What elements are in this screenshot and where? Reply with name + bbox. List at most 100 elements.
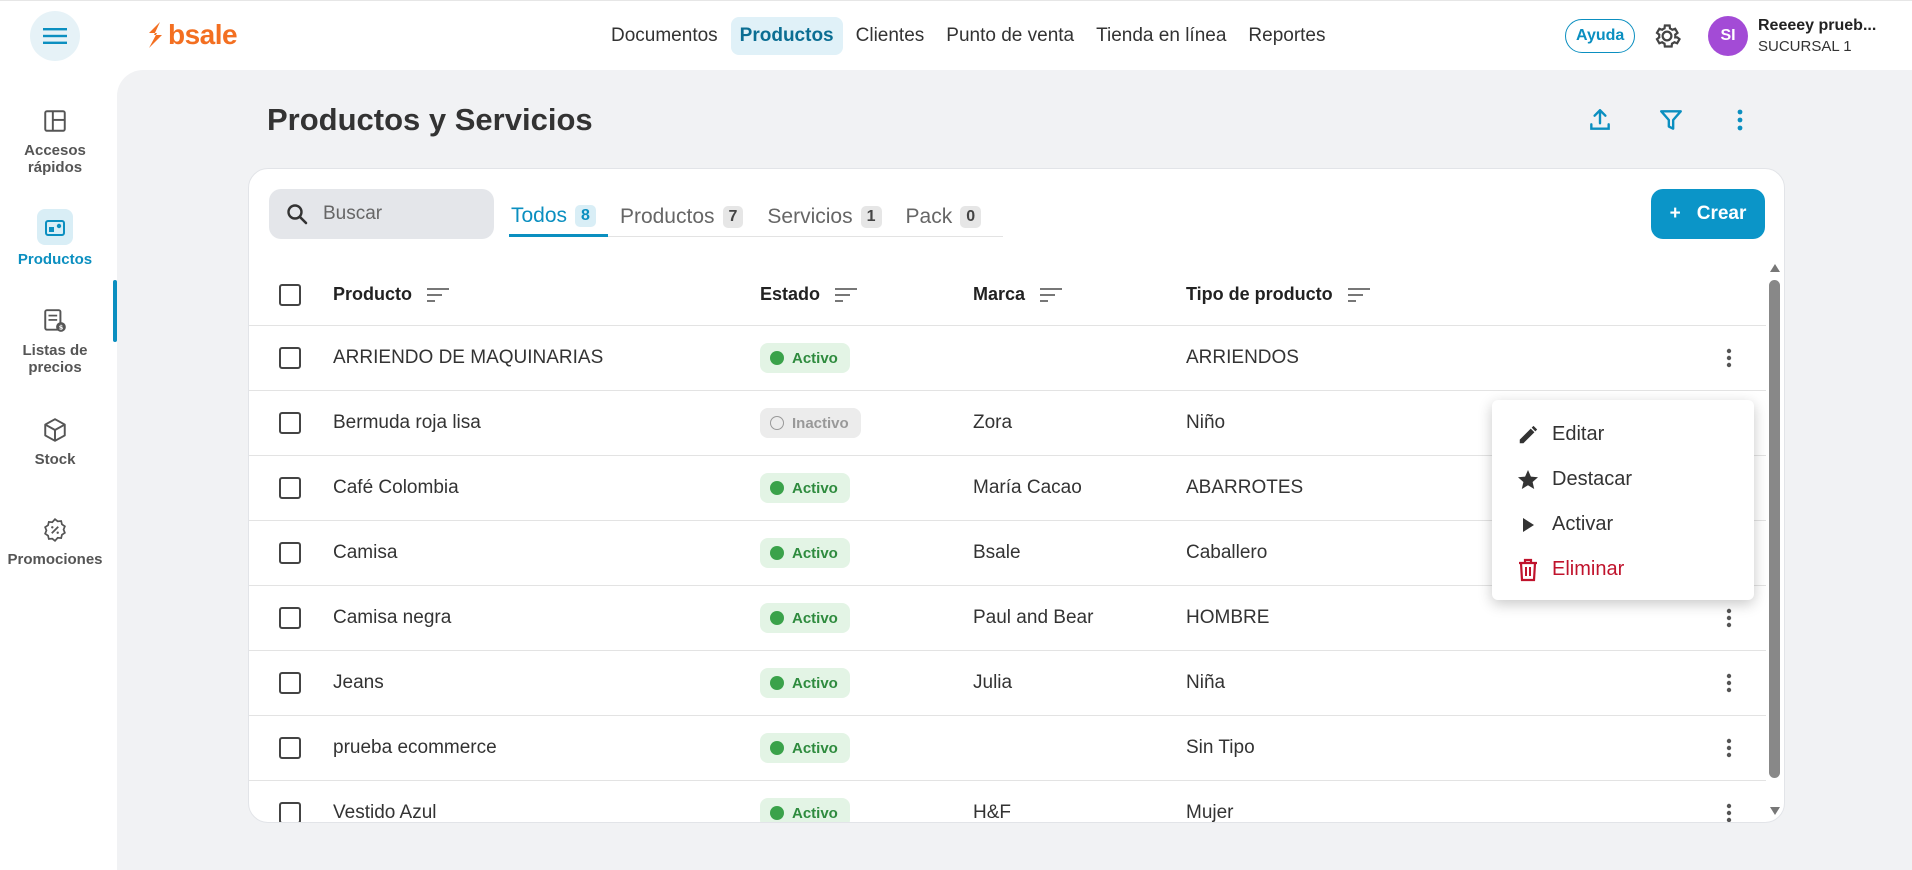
sidebar-label: rápidos [27,159,83,176]
export-button[interactable] [1584,104,1616,136]
product-name: Camisa [333,542,398,563]
bsale-logo-mark-icon [149,22,162,48]
column-header-tipo-de-producto[interactable]: Tipo de producto [1186,284,1371,305]
more-options-button[interactable] [1724,104,1756,136]
status-badge: Activo [760,343,850,373]
status-active-dot-icon [770,611,784,625]
row-actions-button[interactable] [1719,733,1739,763]
vertical-dots-icon [1726,673,1732,693]
filter-button[interactable] [1655,104,1687,136]
status-inactive-circle-icon [770,416,784,430]
upload-icon [1590,109,1610,130]
scroll-up-arrow-icon[interactable] [1769,262,1781,274]
svg-text:$: $ [59,324,64,332]
menu-item-label: Destacar [1552,468,1633,490]
sidebar-label: Listas de [22,342,88,359]
tab-count-badge: 7 [722,206,744,228]
column-header-producto[interactable]: Producto [333,284,450,305]
sidebar-label: Productos [17,251,93,268]
product-name: Café Colombia [333,477,459,498]
product-name: Jeans [333,672,384,693]
column-header-marca[interactable]: Marca [973,284,1063,305]
status-active-dot-icon [770,806,784,820]
nav-clientes[interactable]: Clientes [847,17,934,55]
table-row[interactable]: Vestido Azul Activo H&F Mujer [249,781,1766,823]
table-row[interactable]: Jeans Activo Julia Niña [249,651,1766,716]
settings-button[interactable] [1652,21,1682,51]
status-active-dot-icon [770,351,784,365]
product-type: Sin Tipo [1186,737,1255,758]
sidebar-item-productos[interactable]: Productos [0,209,110,268]
create-button[interactable]: + Crear [1651,189,1765,239]
cube-icon [40,415,70,445]
status-text: Activo [792,674,838,692]
status-badge: Activo [760,603,850,633]
product-type: ABARROTES [1186,477,1304,498]
menu-item-activar[interactable]: Activar [1492,502,1754,547]
row-checkbox[interactable] [279,672,301,694]
tab-pack[interactable]: Pack 0 [904,197,994,237]
tab-count-badge: 8 [575,204,596,227]
product-brand: Julia [973,672,1013,693]
logo-text: bsale [168,19,238,50]
status-badge: Activo [760,733,850,763]
sidebar: Accesos rápidos Productos $ Listas de pr… [0,70,117,870]
row-actions-button[interactable] [1719,343,1739,373]
nav-productos[interactable]: Productos [730,17,843,55]
row-checkbox[interactable] [279,542,301,564]
status-active-dot-icon [770,676,784,690]
nav-punto-de-venta[interactable]: Punto de venta [937,17,1083,55]
menu-item-destacar[interactable]: Destacar [1492,457,1754,502]
status-text: Activo [792,544,838,562]
status-text: Activo [792,804,838,822]
product-brand: María Cacao [973,477,1082,498]
help-button[interactable]: Ayuda [1565,19,1636,53]
sidebar-item-listas-de-precios[interactable]: $ Listas de precios [0,306,110,376]
tab-productos[interactable]: Productos 7 [618,197,755,237]
column-header-estado[interactable]: Estado [760,284,858,305]
row-checkbox[interactable] [279,802,301,822]
row-checkbox[interactable] [279,737,301,759]
product-name: Camisa negra [333,607,452,628]
tab-servicios[interactable]: Servicios 1 [765,197,893,237]
sidebar-item-promociones[interactable]: Promociones [0,515,110,568]
vertical-scrollbar[interactable] [1769,280,1780,778]
product-type: Niño [1186,412,1226,433]
discount-badge-icon [40,515,70,545]
sidebar-label: Accesos [24,142,86,159]
row-checkbox[interactable] [279,607,301,629]
menu-item-eliminar[interactable]: Eliminar [1492,547,1754,592]
status-badge: Activo [760,798,850,822]
tab-label: Servicios [767,205,853,228]
vertical-dots-icon [1726,803,1732,822]
status-active-dot-icon [770,546,784,560]
table-row[interactable]: prueba ecommerce Activo Sin Tipo [249,716,1766,781]
nav-documentos[interactable]: Documentos [602,17,727,55]
table-row[interactable]: ARRIENDO DE MAQUINARIAS Activo ARRIENDOS [249,326,1766,391]
tab-todos[interactable]: Todos 8 [509,197,608,237]
row-actions-button[interactable] [1719,798,1739,822]
scroll-down-arrow-icon[interactable] [1769,805,1781,817]
products-icon [37,209,73,245]
product-brand: H&F [973,802,1011,823]
nav-reportes[interactable]: Reportes [1239,17,1334,55]
search-box[interactable] [269,189,494,239]
sidebar-item-stock[interactable]: Stock [0,415,110,468]
sidebar-item-accesos-rapidos[interactable]: Accesos rápidos [0,106,110,176]
user-name[interactable]: Reeeey prueb... [1758,17,1876,35]
nav-tienda-en-linea[interactable]: Tienda en línea [1087,17,1235,55]
row-checkbox[interactable] [279,347,301,369]
row-checkbox[interactable] [279,412,301,434]
user-avatar[interactable]: SI [1708,16,1748,56]
select-all-checkbox[interactable] [279,283,301,306]
row-checkbox[interactable] [279,477,301,499]
menu-item-editar[interactable]: Editar [1492,412,1754,457]
play-icon [1516,513,1540,537]
menu-toggle-button[interactable] [30,11,80,61]
search-input[interactable] [323,203,473,225]
bsale-logo[interactable]: bsale [146,19,238,51]
product-type: Mujer [1186,802,1234,823]
row-actions-button[interactable] [1719,668,1739,698]
row-actions-button[interactable] [1719,603,1739,633]
product-type: Niña [1186,672,1226,693]
